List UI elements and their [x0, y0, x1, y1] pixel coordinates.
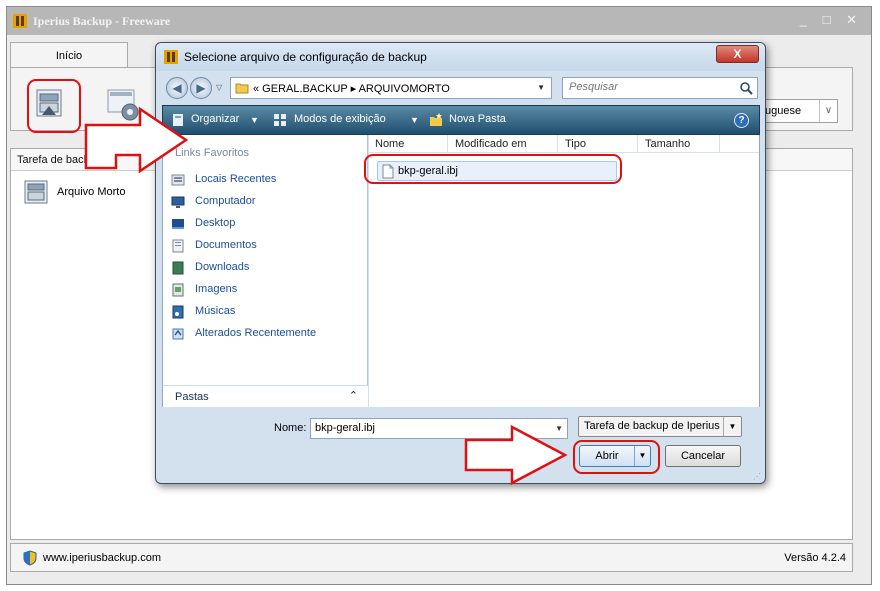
arrow-to-dialog: [84, 106, 189, 174]
annotation-arrows: [84, 106, 568, 486]
arrow-to-open: [464, 424, 568, 486]
